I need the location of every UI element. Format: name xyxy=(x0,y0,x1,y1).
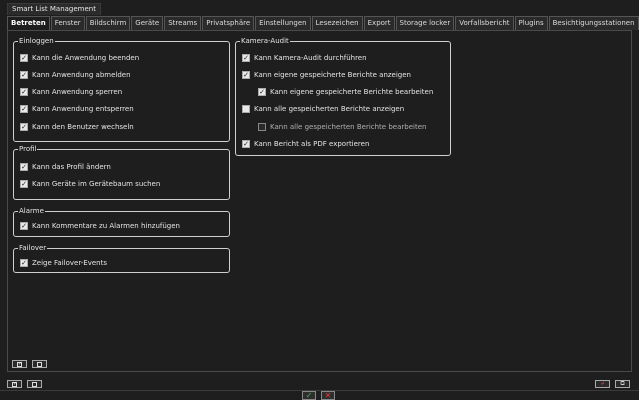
tab-besichtigungsstationen[interactable]: Besichtigungsstationen xyxy=(548,16,639,30)
checkbox-row[interactable]: ✓ Kann Geräte im Gerätebaum suchen xyxy=(20,179,160,189)
checkbox-unchecked-icon[interactable] xyxy=(242,105,250,113)
checkbox-label: Kann alle gespeicherten Berichte bearbei… xyxy=(270,123,427,131)
checkbox-label: Kann eigene gespeicherte Berichte bearbe… xyxy=(270,88,434,96)
group-title-kamera-audit: Kamera-Audit xyxy=(240,37,290,46)
checkbox-checked-icon[interactable]: ✓ xyxy=(242,54,250,62)
footer-divider xyxy=(0,390,639,391)
checkbox-label: Kann den Benutzer wechseln xyxy=(32,123,134,131)
checkbox-checked-icon[interactable]: ✓ xyxy=(20,123,28,131)
checkbox-row[interactable]: ✓ Kann Kommentare zu Alarmen hinzufügen xyxy=(20,221,180,231)
group-einloggen: Einloggen ✓ Kann die Anwendung beenden ✓… xyxy=(13,37,230,142)
checkbox-label: Kann das Profil ändern xyxy=(32,163,111,171)
checkbox-checked-icon[interactable]: ✓ xyxy=(20,105,28,113)
checkbox-label: Zeige Failover-Events xyxy=(32,259,107,267)
tab-plugins[interactable]: Plugins xyxy=(514,16,548,30)
checkbox-checked-icon[interactable]: ✓ xyxy=(20,180,28,188)
tab-bildschirm[interactable]: Bildschirm xyxy=(85,16,131,30)
group-alarme: Alarme ✓ Kann Kommentare zu Alarmen hinz… xyxy=(13,207,230,237)
check-all-icon: ✓ xyxy=(17,360,23,367)
checkbox-label: Kann Kamera-Audit durchführen xyxy=(254,54,367,62)
tab-export[interactable]: Export xyxy=(363,16,395,30)
window-title: Smart List Management xyxy=(7,3,101,15)
checkbox-checked-icon[interactable]: ✓ xyxy=(20,259,28,267)
tab-vorfallsbericht[interactable]: Vorfallsbericht xyxy=(455,16,514,30)
tab-content-panel: Einloggen ✓ Kann die Anwendung beenden ✓… xyxy=(7,30,632,372)
copy-button[interactable]: ⧉ xyxy=(615,380,630,388)
reset-icon: ↲ xyxy=(599,380,606,387)
checkbox-row[interactable]: ✓ Kann Kamera-Audit durchführen xyxy=(242,53,367,63)
checkbox-label: Kann Kommentare zu Alarmen hinzufügen xyxy=(32,222,180,230)
select-all-button[interactable]: ✓ xyxy=(12,360,27,368)
checkbox-row[interactable]: ✓ Kann das Profil ändern xyxy=(20,162,111,172)
checkbox-checked-icon[interactable]: ✓ xyxy=(242,71,250,79)
checkbox-checked-icon[interactable]: ✓ xyxy=(20,222,28,230)
group-title-failover: Failover xyxy=(18,244,48,253)
global-deselect-all-button[interactable] xyxy=(27,380,42,388)
group-title-einloggen: Einloggen xyxy=(18,37,55,46)
checkbox-checked-icon[interactable]: ✓ xyxy=(20,71,28,79)
checkbox-row[interactable]: ✓ Kann Bericht als PDF exportieren xyxy=(242,139,369,149)
checkbox-label: Kann Anwendung abmelden xyxy=(32,71,131,79)
group-kamera-audit: Kamera-Audit ✓ Kann Kamera-Audit durchfü… xyxy=(235,37,451,156)
checkbox-label: Kann Anwendung sperren xyxy=(32,88,123,96)
group-title-profil: Profil xyxy=(18,145,38,154)
check-all-icon: ✓ xyxy=(12,380,18,387)
checkbox-row[interactable]: Kann alle gespeicherten Berichte anzeige… xyxy=(242,104,404,114)
checkbox-label: Kann die Anwendung beenden xyxy=(32,54,140,62)
checkbox-row[interactable]: ✓ Kann die Anwendung beenden xyxy=(20,53,139,63)
checkbox-checked-icon[interactable]: ✓ xyxy=(242,140,250,148)
uncheck-all-icon xyxy=(32,381,37,387)
checkbox-row[interactable]: Kann alle gespeicherten Berichte bearbei… xyxy=(258,122,426,132)
checkbox-checked-icon[interactable]: ✓ xyxy=(20,88,28,96)
deselect-all-button[interactable] xyxy=(32,360,47,368)
uncheck-all-icon xyxy=(37,361,42,367)
tab-storage-locker[interactable]: Storage locker xyxy=(395,16,455,30)
tab-einstellungen[interactable]: Einstellungen xyxy=(255,16,311,30)
checkbox-row[interactable]: ✓ Kann eigene gespeicherte Berichte bear… xyxy=(258,87,433,97)
checkbox-checked-icon[interactable]: ✓ xyxy=(258,88,266,96)
ok-button[interactable]: ✓ xyxy=(302,391,316,400)
cancel-button[interactable]: ✕ xyxy=(321,391,335,400)
group-title-alarme: Alarme xyxy=(18,207,45,216)
reset-button[interactable]: ↲ xyxy=(595,380,610,388)
checkbox-label: Kann alle gespeicherten Berichte anzeige… xyxy=(254,105,405,113)
tab-betreten[interactable]: Betreten xyxy=(7,16,50,30)
checkbox-unchecked-icon[interactable] xyxy=(258,123,266,131)
tab-privatsphaere[interactable]: Privatsphäre xyxy=(202,16,255,30)
checkbox-row[interactable]: ✓ Kann den Benutzer wechseln xyxy=(20,122,134,132)
tab-fenster[interactable]: Fenster xyxy=(50,16,85,30)
group-profil: Profil ✓ Kann das Profil ändern ✓ Kann G… xyxy=(13,145,230,200)
tab-bar: Betreten Fenster Bildschirm Geräte Strea… xyxy=(7,16,639,30)
checkbox-row[interactable]: ✓ Zeige Failover-Events xyxy=(20,258,107,268)
checkbox-checked-icon[interactable]: ✓ xyxy=(20,54,28,62)
group-failover: Failover ✓ Zeige Failover-Events xyxy=(13,244,230,273)
global-select-all-button[interactable]: ✓ xyxy=(7,380,22,388)
tab-lesezeichen[interactable]: Lesezeichen xyxy=(311,16,363,30)
checkbox-row[interactable]: ✓ Kann eigene gespeicherte Berichte anze… xyxy=(242,70,411,80)
checkbox-row[interactable]: ✓ Kann Anwendung sperren xyxy=(20,87,122,97)
checkbox-row[interactable]: ✓ Kann Anwendung entsperren xyxy=(20,104,134,114)
checkbox-label: Kann Bericht als PDF exportieren xyxy=(254,140,370,148)
tab-streams[interactable]: Streams xyxy=(164,16,202,30)
checkbox-row[interactable]: ✓ Kann Anwendung abmelden xyxy=(20,70,131,80)
tab-geraete[interactable]: Geräte xyxy=(131,16,164,30)
checkbox-checked-icon[interactable]: ✓ xyxy=(20,163,28,171)
checkbox-label: Kann Geräte im Gerätebaum suchen xyxy=(32,180,161,188)
copy-icon: ⧉ xyxy=(620,380,625,387)
checkbox-label: Kann Anwendung entsperren xyxy=(32,105,134,113)
checkbox-label: Kann eigene gespeicherte Berichte anzeig… xyxy=(254,71,411,79)
